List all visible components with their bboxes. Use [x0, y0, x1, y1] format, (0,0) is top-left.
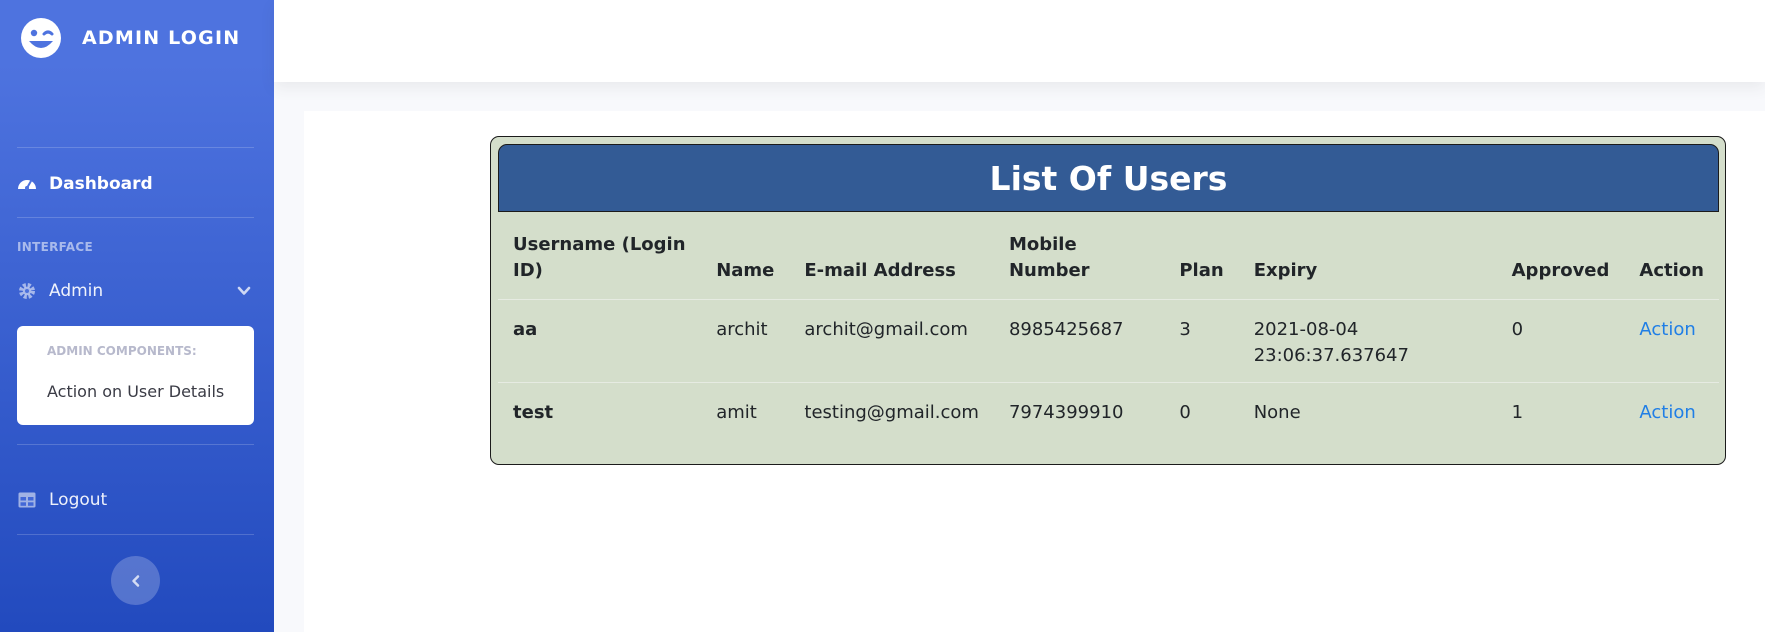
- laugh-wink-icon: [21, 18, 61, 58]
- column-header-username: Username (Login ID): [513, 234, 686, 281]
- users-panel: List Of Users Username (Login ID) Name E…: [490, 136, 1726, 465]
- sidebar-item-logout[interactable]: Logout: [17, 486, 107, 514]
- brand-title: ADMIN LOGIN: [82, 27, 241, 49]
- sidebar-item-label: Logout: [49, 490, 108, 510]
- sidebar-divider: [17, 534, 254, 535]
- column-header-approved: Approved: [1511, 260, 1610, 281]
- collapse-item-user-details[interactable]: Action on User Details: [47, 382, 224, 401]
- cell-approved: 1: [1496, 382, 1625, 439]
- sidebar-item-label: Admin: [49, 281, 104, 301]
- sidebar-item-dashboard[interactable]: Dashboard: [17, 170, 153, 198]
- chevron-down-icon[interactable]: [236, 283, 252, 299]
- sidebar-heading: INTERFACE: [17, 240, 93, 254]
- cell-username: aa: [498, 299, 702, 383]
- admin-collapse-menu: ADMIN COMPONENTS: Action on User Details: [17, 326, 254, 425]
- users-table: Username (Login ID) Name E-mail Address …: [498, 220, 1719, 439]
- sidebar-divider: [17, 147, 254, 148]
- tachometer-icon: [17, 174, 37, 194]
- cell-action: Action: [1624, 382, 1719, 439]
- cell-name: archit: [701, 299, 790, 383]
- table-icon: [17, 490, 37, 510]
- cell-mobile: 8985425687: [993, 299, 1165, 383]
- chevron-left-icon: [131, 574, 139, 587]
- table-row: test amit testing@gmail.com 7974399910 0…: [498, 382, 1719, 439]
- column-header-expiry: Expiry: [1253, 260, 1318, 281]
- sidebar-divider: [17, 444, 254, 445]
- topbar: [274, 0, 1765, 82]
- page-title: List Of Users: [989, 158, 1228, 198]
- column-header-plan: Plan: [1179, 260, 1224, 281]
- cell-approved: 0: [1496, 299, 1625, 383]
- users-panel-header: List Of Users: [498, 144, 1719, 212]
- cell-expiry: None: [1238, 382, 1497, 439]
- action-link[interactable]: Action: [1639, 402, 1695, 423]
- action-link[interactable]: Action: [1639, 319, 1695, 340]
- column-header-action: Action: [1639, 260, 1704, 281]
- cell-plan: 0: [1164, 382, 1239, 439]
- column-header-mobile: Mobile Number: [1008, 234, 1090, 281]
- cell-plan: 3: [1164, 299, 1239, 383]
- cell-action: Action: [1624, 299, 1719, 383]
- cell-email: testing@gmail.com: [789, 382, 994, 439]
- gear-icon: [17, 281, 37, 301]
- collapse-header: ADMIN COMPONENTS:: [47, 344, 197, 358]
- sidebar-toggle-button[interactable]: [111, 556, 160, 605]
- sidebar-divider: [17, 217, 254, 218]
- cell-mobile: 7974399910: [993, 382, 1165, 439]
- column-header-name: Name: [716, 260, 775, 281]
- table-row: aa archit archit@gmail.com 8985425687 3 …: [498, 299, 1719, 383]
- sidebar-item-admin[interactable]: Admin: [17, 277, 103, 305]
- sidebar: ADMIN LOGIN Dashboard INTERFACE Admin AD…: [0, 0, 274, 632]
- cell-username: test: [498, 382, 702, 439]
- table-header-row: Username (Login ID) Name E-mail Address …: [498, 220, 1719, 300]
- sidebar-item-label: Dashboard: [49, 174, 153, 194]
- cell-name: amit: [701, 382, 790, 439]
- cell-expiry: 2021-08-04 23:06:37.637647: [1238, 299, 1497, 383]
- cell-email: archit@gmail.com: [789, 299, 994, 383]
- sidebar-brand[interactable]: ADMIN LOGIN: [20, 16, 240, 60]
- column-header-email: E-mail Address: [804, 260, 956, 281]
